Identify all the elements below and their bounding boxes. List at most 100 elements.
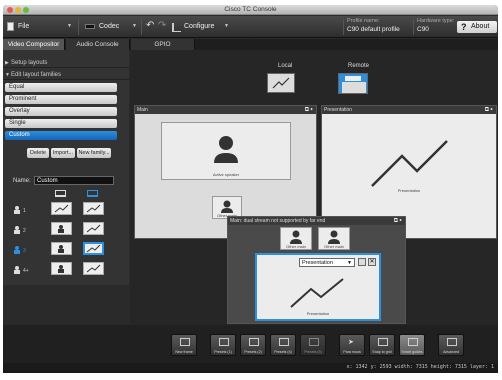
cursor-icon: ➤	[348, 339, 354, 346]
thumb-r2-c1[interactable]	[51, 222, 72, 235]
person-icon	[221, 200, 233, 213]
thumb-r3-c2[interactable]	[83, 242, 104, 255]
panel-controls-icon[interactable]: ⧉ ▸	[305, 106, 313, 114]
presentation-label: Presentation	[397, 188, 421, 193]
thumb-r3-c1[interactable]	[51, 242, 72, 255]
row-1-person-icon	[13, 205, 29, 217]
about-button[interactable]: ? About	[457, 21, 497, 33]
hardware-label: Hardware type:	[417, 18, 455, 24]
presentation-panel-header: Presentation ⧉ ▸	[322, 106, 496, 114]
row-3-badge: 3	[23, 248, 26, 254]
preset-icon	[309, 338, 319, 346]
layout-family-overlay[interactable]: Overlay	[5, 107, 117, 116]
advanced-button[interactable]: Advanced	[438, 334, 464, 356]
divider	[78, 19, 79, 35]
preset-icon	[219, 338, 229, 346]
panel-controls-icon[interactable]: ⧉ ▸	[394, 217, 402, 225]
file-menu[interactable]: File ▼	[5, 19, 75, 35]
presets-2-button[interactable]: Presets (2)	[240, 334, 266, 356]
divider	[413, 19, 414, 35]
dual-other-main-label: Other main	[286, 244, 306, 249]
dual-other-main-label: Other main	[324, 244, 344, 249]
panel-controls-icon[interactable]: ⧉ ▸	[485, 106, 493, 114]
presets-1-button[interactable]: Presets (1)	[210, 334, 236, 356]
setup-layouts-label: Setup layouts	[11, 60, 48, 66]
guides-icon	[408, 338, 418, 346]
person-thumb-icon	[58, 245, 64, 253]
presentation-icon	[272, 77, 290, 89]
settings-icon[interactable]	[358, 258, 366, 266]
edit-layout-families-label: Edit layout families	[11, 72, 62, 78]
main-panel-header: Main ⧉ ▸	[135, 106, 316, 114]
close-icon[interactable]: ✕	[368, 258, 376, 266]
layout-family-equal[interactable]: Equal	[5, 83, 117, 92]
main-panel-title: Main	[137, 107, 148, 113]
remote-preview-tile	[342, 82, 366, 93]
snap-to-grid-button[interactable]: Snap to grid	[369, 334, 395, 356]
toolbar-button-label: Presets (1)	[214, 350, 232, 354]
grid-icon	[378, 338, 388, 346]
presentation-icon	[371, 140, 448, 187]
new-family-button[interactable]: New family...	[77, 148, 111, 158]
dual-other-main-2[interactable]: Other main	[318, 227, 350, 250]
layout-family-single[interactable]: Single	[5, 119, 117, 128]
person-icon	[290, 230, 302, 244]
app-window: Cisco TC Console File ▼ Codec ▼ ↶ ↷ Conf…	[3, 5, 498, 373]
codec-menu[interactable]: Codec ▼	[83, 19, 138, 35]
source-select[interactable]: Presentation ▼	[299, 258, 355, 267]
layout-canvas: Local Remote Main ⧉ ▸ Active speaker Oth…	[130, 50, 498, 325]
toolbar-button-label: Presets (4)	[274, 350, 292, 354]
thumb-r4-c1[interactable]	[51, 262, 72, 275]
remote-preview[interactable]	[338, 73, 368, 94]
redo-icon[interactable]: ↷	[158, 20, 166, 31]
person-icon	[214, 136, 238, 163]
layout-family-prominent[interactable]: Prominent	[5, 95, 117, 104]
tab-video-compositor[interactable]: Video Compositor	[3, 39, 65, 50]
active-speaker-frame[interactable]: Active speaker	[161, 122, 291, 180]
row-2-person-icon	[13, 225, 29, 237]
edit-layout-families-section[interactable]: ▼ Edit layout families	[3, 70, 129, 80]
para-mova-button[interactable]: ➤ Para mova	[339, 334, 365, 356]
configure-menu[interactable]: Configure ▼	[170, 19, 230, 35]
document-icon	[7, 22, 14, 31]
presentation-thumb-icon	[86, 224, 101, 233]
presets-4-button[interactable]: Presets (4)	[270, 334, 296, 356]
about-label: About	[471, 23, 490, 30]
new-frame-button[interactable]: New frame	[171, 334, 197, 356]
chevron-down-icon: ▼	[224, 23, 229, 29]
thumb-r2-c2[interactable]	[83, 222, 104, 235]
thumb-r1-c1[interactable]	[51, 202, 72, 215]
setup-layouts-section[interactable]: ▶ Setup layouts	[3, 58, 129, 68]
dual-stream-panel[interactable]: Main: dual stream not supported by far e…	[227, 216, 406, 324]
sidebar: ▶ Setup layouts ▼ Edit layout families E…	[3, 50, 129, 285]
laptop-icon	[87, 190, 98, 197]
menu-bar: File ▼ Codec ▼ ↶ ↷ Configure ▼ Profile n…	[3, 16, 498, 38]
local-preview[interactable]	[267, 73, 295, 93]
import-button[interactable]: Import...	[51, 148, 75, 158]
dual-presentation-frame[interactable]: Presentation ▼ ✕ Presentation	[255, 253, 381, 321]
toolbar-button-label: New frame	[175, 350, 193, 354]
dual-stream-panel-title: Main: dual stream not supported by far e…	[230, 218, 326, 224]
layout-family-custom[interactable]: Custom	[5, 131, 117, 140]
chevron-down-icon: ▼	[132, 23, 137, 29]
tab-gpio[interactable]: GPIO	[131, 39, 195, 50]
person-thumb-icon	[58, 265, 64, 273]
smart-guides-button[interactable]: Smart guides	[399, 334, 425, 356]
name-label: Name:	[13, 178, 31, 184]
tab-audio-console[interactable]: Audio Console	[66, 39, 130, 50]
delete-button[interactable]: Delete	[27, 148, 49, 158]
toolbar-button-label: Presets (5)	[304, 350, 322, 354]
remote-preview-tile	[345, 76, 361, 81]
toolbar-button-label: Advanced	[443, 350, 459, 354]
preset-icon	[249, 338, 259, 346]
presets-5-button[interactable]: Presets (5)	[300, 334, 326, 356]
thumb-r4-c2[interactable]	[83, 262, 104, 275]
toolbar-button-label: Presets (2)	[244, 350, 262, 354]
divider	[141, 19, 142, 35]
thumb-r1-c2[interactable]	[83, 202, 104, 215]
chevron-down-icon: ▼	[5, 72, 10, 78]
chevron-down-icon: ▼	[347, 260, 352, 266]
dual-other-main-1[interactable]: Other main	[280, 227, 312, 250]
undo-icon[interactable]: ↶	[146, 20, 154, 31]
name-field[interactable]: Custom	[34, 176, 114, 185]
